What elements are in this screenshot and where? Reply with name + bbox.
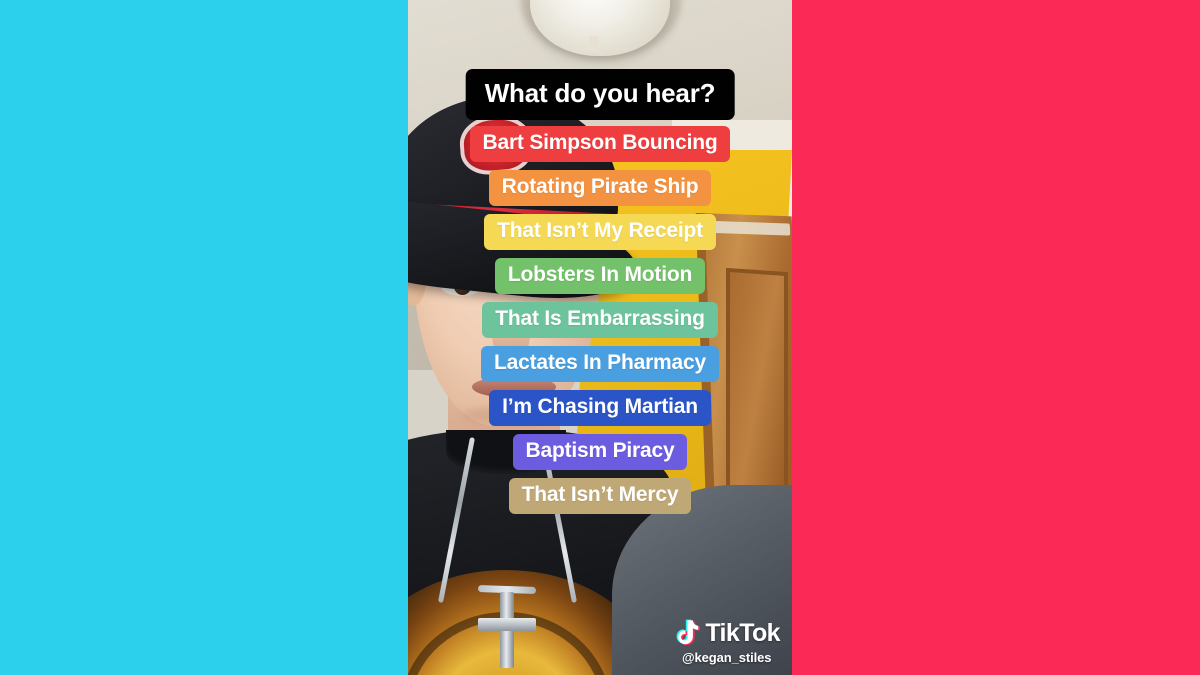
screenshot-stage: What do you hear? Bart Simpson Bouncing R…	[0, 0, 1200, 675]
left-background-pane	[0, 0, 408, 675]
answer-option-list: Bart Simpson Bouncing Rotating Pirate Shi…	[408, 126, 792, 514]
tiktok-username-label: @kegan_stiles	[681, 650, 772, 665]
ceiling-light-nub	[589, 36, 599, 52]
answer-option-badge[interactable]: I’m Chasing Martian	[489, 390, 711, 426]
cross-pendant-bar	[478, 618, 536, 631]
tiktok-logo-row: TikTok	[673, 619, 781, 648]
tiktok-video-panel[interactable]: What do you hear? Bart Simpson Bouncing R…	[408, 0, 792, 675]
answer-option-badge[interactable]: Bart Simpson Bouncing	[469, 126, 731, 162]
answer-option-badge[interactable]: That Is Embarrassing	[482, 302, 718, 338]
answer-option-badge[interactable]: Lobsters In Motion	[494, 258, 706, 294]
video-caption: What do you hear?	[465, 69, 735, 120]
tiktok-watermark: TikTok @kegan_stiles	[673, 619, 781, 665]
answer-option-badge[interactable]: Lactates In Pharmacy	[481, 346, 719, 382]
tiktok-note-icon	[676, 619, 701, 646]
tiktok-brand-label: TikTok	[705, 619, 780, 647]
answer-option-badge[interactable]: That Isn’t Mercy	[508, 478, 692, 514]
answer-option-badge[interactable]: That Isn’t My Receipt	[484, 214, 716, 250]
answer-option-badge[interactable]: Baptism Piracy	[512, 434, 688, 470]
answer-option-badge[interactable]: Rotating Pirate Ship	[488, 170, 712, 206]
